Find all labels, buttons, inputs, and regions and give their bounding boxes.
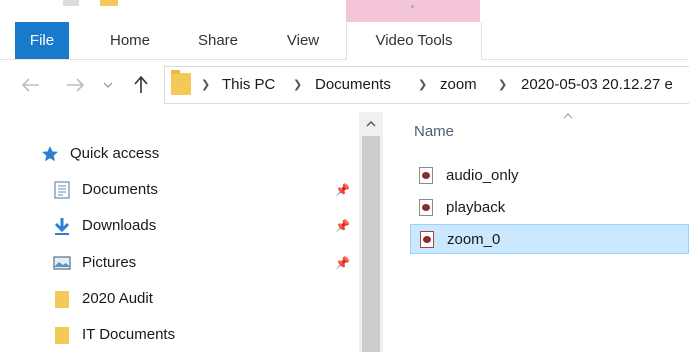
star-icon [42,146,58,162]
chevron-down-icon [103,82,113,88]
nav-item-downloads[interactable]: Downloads 📌 [40,212,350,240]
up-button[interactable] [128,71,154,99]
pictures-icon [53,256,71,270]
download-icon [54,218,70,235]
column-header-name[interactable]: Name [414,118,454,146]
media-file-icon [419,167,433,184]
tab-video-tools[interactable]: Video Tools [346,22,482,60]
breadcrumb-separator[interactable]: ❯ [498,74,507,96]
nav-item-pictures[interactable]: Pictures 📌 [40,249,350,277]
breadcrumb-zoom[interactable]: zoom [440,74,477,96]
folder-icon [171,70,191,95]
breadcrumb-separator[interactable]: ❯ [418,74,427,96]
pin-icon[interactable]: 📌 [335,256,350,270]
breadcrumb-this-pc[interactable]: This PC [222,74,275,96]
folder-icon [55,327,69,344]
nav-item-it-documents[interactable]: IT Documents [40,321,350,349]
file-row-audio-only[interactable]: audio_only [410,161,689,191]
breadcrumb-current-folder[interactable]: 2020-05-03 20.12.27 e [521,74,673,96]
nav-item-label: Downloads [82,217,157,234]
file-row-zoom-0[interactable]: zoom_0 [410,224,689,254]
nav-item-2020-audit[interactable]: 2020 Audit [40,285,350,313]
file-name: audio_only [446,167,519,184]
pin-icon[interactable]: 📌 [335,183,350,197]
recent-locations-button[interactable] [98,71,118,99]
tab-home[interactable]: Home [97,22,163,59]
arrow-right-icon [67,78,85,92]
back-button[interactable] [18,71,44,99]
documents-icon [54,181,70,199]
scrollbar-thumb[interactable] [362,136,380,352]
arrow-up-icon [134,75,148,93]
tab-file[interactable]: File [15,22,69,59]
nav-item-label: IT Documents [82,326,176,343]
file-name: zoom_0 [447,231,501,248]
chevron-up-icon [366,121,376,127]
scroll-up-button[interactable] [359,116,383,134]
arrow-left-icon [21,78,39,92]
breadcrumb-separator[interactable]: ❯ [201,74,210,96]
nav-item-label: Pictures [82,254,137,271]
media-file-icon [419,199,433,216]
nav-item-documents[interactable]: Documents 📌 [40,176,350,204]
folder-icon[interactable] [100,0,118,6]
contextual-tab-marker [411,5,414,8]
sort-ascending-icon [563,108,573,124]
breadcrumb-documents[interactable]: Documents [315,74,391,96]
tab-view[interactable]: View [270,22,336,59]
nav-item-quick-access[interactable]: Quick access [40,140,350,168]
breadcrumb-separator[interactable]: ❯ [293,74,302,96]
nav-item-label: 2020 Audit [82,290,153,307]
nav-item-label: Documents [82,181,158,198]
forward-button[interactable] [62,71,88,99]
folder-icon [55,291,69,308]
file-name: playback [446,199,506,216]
tab-share[interactable]: Share [186,22,250,59]
nav-item-label: Quick access [70,145,160,162]
pin-icon[interactable]: 📌 [335,219,350,233]
video-file-icon [420,231,434,248]
file-row-playback[interactable]: playback [410,193,689,223]
quick-access-toolbar-icon[interactable] [63,0,79,6]
contextual-tab-header [346,0,480,22]
